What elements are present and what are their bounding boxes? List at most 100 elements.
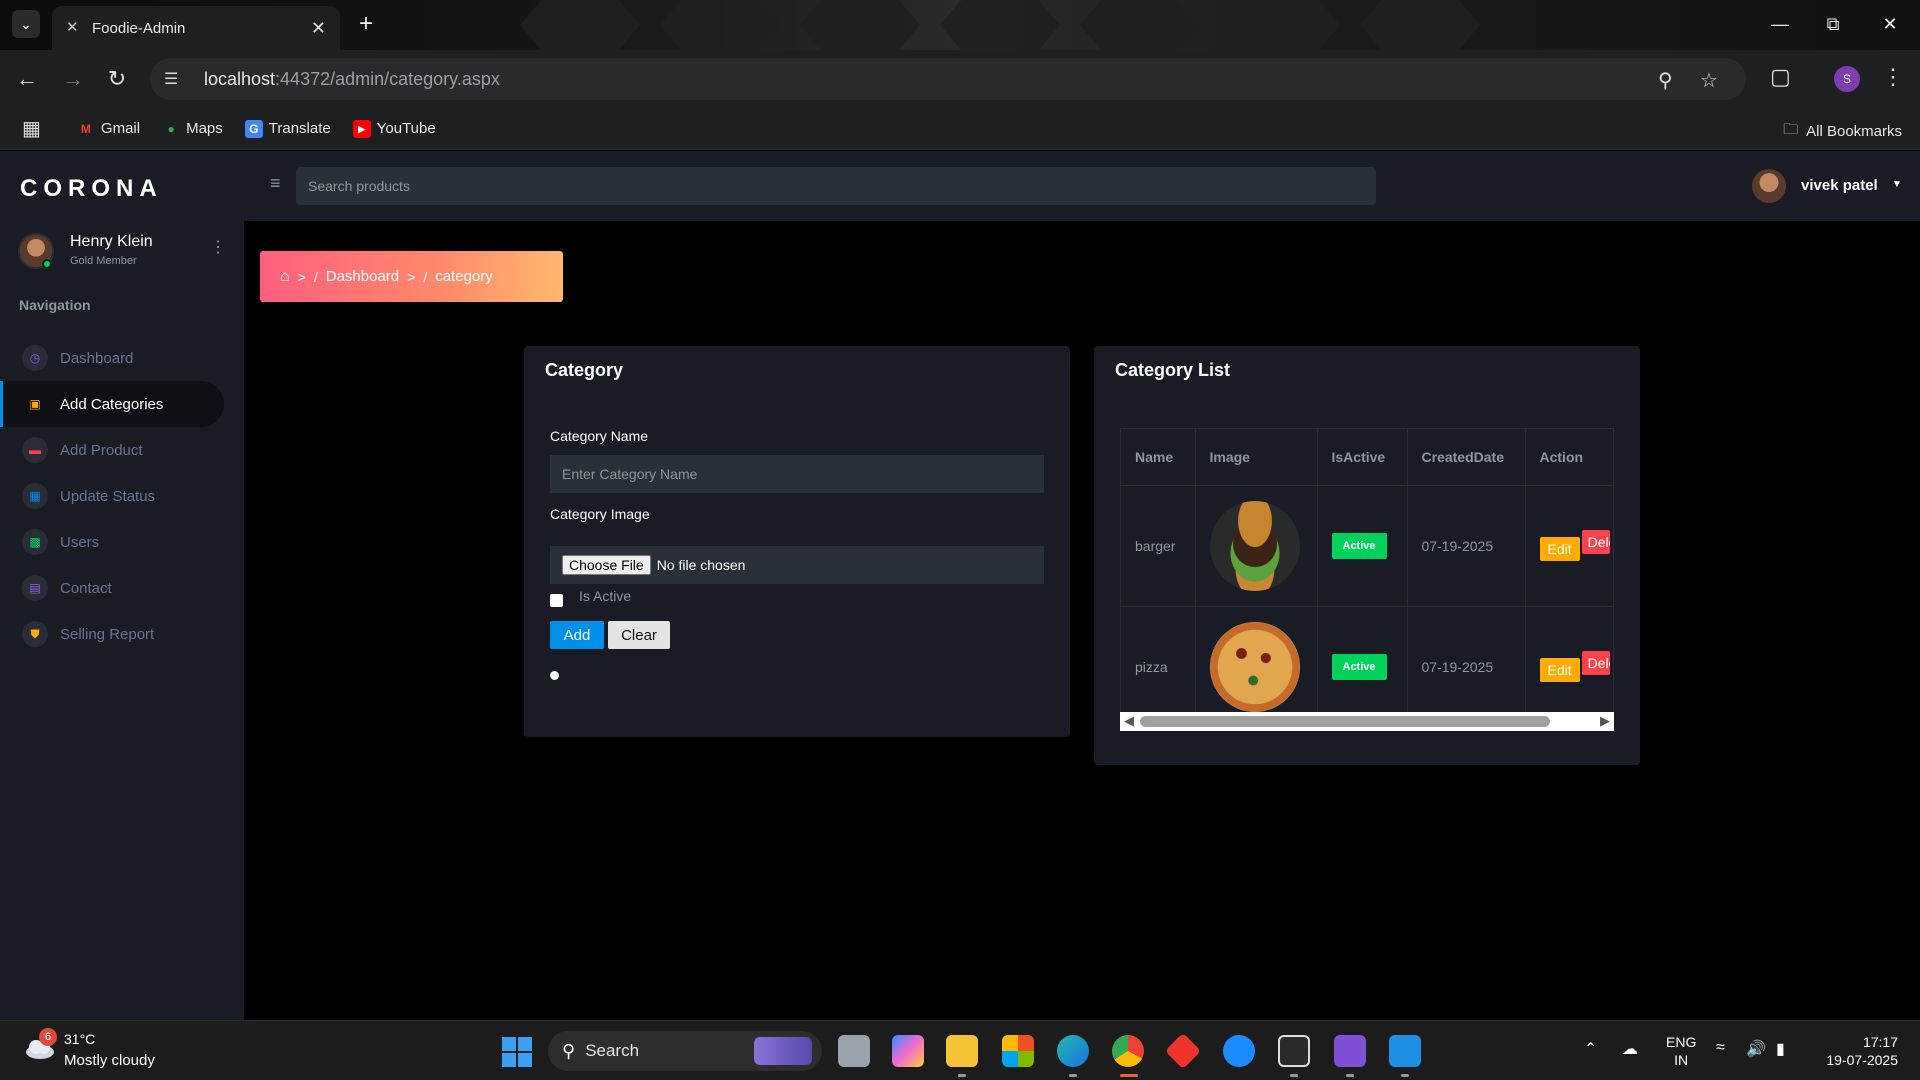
- edit-button[interactable]: Edit: [1539, 537, 1580, 561]
- close-window-button[interactable]: ✕: [1870, 8, 1910, 40]
- column-header-image: Image: [1195, 429, 1318, 486]
- menu-dots-icon[interactable]: ⋮: [1882, 64, 1904, 90]
- cell-image: [1195, 485, 1318, 607]
- weather-temperature[interactable]: 31°C: [64, 1031, 95, 1047]
- horizontal-scrollbar[interactable]: ◀ ▶: [1120, 712, 1614, 731]
- apps-grid-icon[interactable]: ▦: [22, 116, 41, 141]
- browser-tab[interactable]: ✕ Foodie-Admin ✕: [52, 6, 340, 50]
- breadcrumb-slash: /: [423, 268, 428, 285]
- avatar[interactable]: [1752, 169, 1786, 203]
- category-form-card: Category Category Name Category Image Ch…: [524, 346, 1070, 737]
- sidebar-item-label: Dashboard: [60, 349, 134, 367]
- battery-icon[interactable]: ▮: [1776, 1039, 1785, 1059]
- all-bookmarks-label: All Bookmarks: [1806, 123, 1902, 140]
- file-status-text: No file chosen: [656, 557, 746, 573]
- column-header-isactive: IsActive: [1317, 429, 1408, 486]
- clock[interactable]: 17:17 19-07-2025: [1818, 1033, 1898, 1069]
- url-host: localhost: [204, 68, 276, 89]
- translate-icon: G: [244, 119, 263, 138]
- tab-search-button[interactable]: ⌄: [12, 10, 40, 38]
- bookmark-gmail[interactable]: M Gmail: [77, 120, 140, 138]
- add-button[interactable]: Add: [550, 621, 604, 649]
- profile-avatar[interactable]: S: [1834, 66, 1860, 92]
- volume-icon[interactable]: 🔊: [1746, 1039, 1766, 1059]
- sidebar-item-dashboard[interactable]: ◷ Dashboard: [0, 335, 224, 381]
- more-vertical-icon[interactable]: ⋮: [210, 237, 226, 257]
- bookmark-star-icon[interactable]: ☆: [1700, 68, 1718, 93]
- cell-action: EditDelete: [1525, 606, 1613, 721]
- sidebar-item-add-categories[interactable]: ▣ Add Categories: [0, 381, 224, 427]
- home-icon[interactable]: ⌂: [280, 268, 290, 286]
- menu-toggle-icon[interactable]: ≡: [270, 173, 281, 194]
- help-icon[interactable]: [1223, 1035, 1255, 1067]
- clear-button[interactable]: Clear: [608, 621, 670, 649]
- column-header-name: Name: [1121, 429, 1196, 486]
- fork-knife-icon: ✕: [66, 19, 79, 36]
- table-row: barger Active 07-19-2025 EditDelete: [1121, 485, 1613, 607]
- status-badge: Active: [1331, 532, 1387, 559]
- zoom-icon[interactable]: ⚲: [1658, 68, 1673, 93]
- minimize-button[interactable]: —: [1760, 8, 1800, 40]
- bookmarks-bar: ▦ M Gmail ● Maps G Translate ▶ YouTube 🗀 All …: [0, 108, 1920, 150]
- chrome-icon[interactable]: [1112, 1035, 1144, 1067]
- search-input[interactable]: [296, 167, 1376, 205]
- bookmark-maps[interactable]: ● Maps: [162, 120, 222, 138]
- url-text[interactable]: localhost:44372/admin/category.aspx: [204, 69, 500, 90]
- caret-down-icon[interactable]: ▼: [1892, 179, 1902, 190]
- sidebar-item-users[interactable]: ▩ Users: [0, 519, 224, 565]
- copilot-icon[interactable]: [892, 1035, 924, 1067]
- onedrive-icon[interactable]: ☁: [1622, 1039, 1638, 1059]
- brand-logo[interactable]: CORONA: [20, 175, 163, 203]
- edge-icon[interactable]: [1057, 1035, 1089, 1067]
- forward-button[interactable]: →: [58, 64, 88, 94]
- sidebar-item-add-product[interactable]: ▬ Add Product: [0, 427, 224, 473]
- extensions-icon[interactable]: ▢: [1770, 64, 1791, 90]
- back-button[interactable]: ←: [12, 64, 42, 94]
- close-tab-icon[interactable]: ✕: [311, 18, 326, 39]
- sidebar-item-selling-report[interactable]: ⛊ Selling Report: [0, 611, 224, 657]
- youtube-icon: ▶: [352, 119, 371, 138]
- taskbar-search[interactable]: ⚲ Search: [548, 1031, 822, 1071]
- anydesk-icon[interactable]: [1164, 1032, 1202, 1070]
- profile-name[interactable]: vivek patel: [1801, 177, 1878, 194]
- url-path: :44372/admin/category.aspx: [275, 68, 500, 89]
- nav-heading: Navigation: [19, 297, 91, 313]
- language-indicator[interactable]: ENG IN: [1666, 1033, 1696, 1069]
- sidebar-user-name: Henry Klein: [70, 233, 153, 250]
- sidebar-item-contact[interactable]: ▤ Contact: [0, 565, 224, 611]
- wifi-icon[interactable]: ≈: [1716, 1039, 1725, 1057]
- is-active-checkbox[interactable]: [550, 594, 563, 607]
- bookmark-translate[interactable]: G Translate: [244, 119, 331, 138]
- visual-studio-icon[interactable]: [1334, 1035, 1366, 1067]
- sidebar-item-update-status[interactable]: ▦ Update Status: [0, 473, 224, 519]
- running-indicator: [958, 1074, 966, 1077]
- scrollbar-thumb[interactable]: [1140, 716, 1550, 727]
- all-bookmarks-button[interactable]: 🗀 All Bookmarks: [1783, 119, 1902, 144]
- restore-button[interactable]: ⧉: [1813, 8, 1853, 40]
- app-cube-icon[interactable]: [1278, 1035, 1310, 1067]
- task-view-icon[interactable]: [838, 1035, 870, 1067]
- windows-start-icon[interactable]: [502, 1037, 532, 1067]
- category-table: Name Image IsActive CreatedDate Action b…: [1121, 429, 1613, 721]
- category-table-scroll[interactable]: Name Image IsActive CreatedDate Action b…: [1120, 428, 1614, 722]
- vscode-icon[interactable]: [1389, 1035, 1421, 1067]
- edit-button[interactable]: Edit: [1539, 658, 1580, 682]
- breadcrumb-dashboard[interactable]: Dashboard: [326, 268, 399, 285]
- file-explorer-icon[interactable]: [946, 1035, 978, 1067]
- scroll-left-icon[interactable]: ◀: [1124, 713, 1134, 729]
- chevron-up-icon[interactable]: ⌃: [1584, 1039, 1597, 1059]
- site-info-icon[interactable]: ☰: [164, 69, 194, 89]
- omnibox[interactable]: ☰ localhost:44372/admin/category.aspx ⚲ …: [150, 58, 1746, 100]
- bookmark-youtube[interactable]: ▶ YouTube: [352, 119, 436, 138]
- microsoft-store-icon[interactable]: [1002, 1035, 1034, 1067]
- bookmark-label: Gmail: [100, 120, 141, 137]
- clock-date: 19-07-2025: [1826, 1052, 1898, 1068]
- category-name-input[interactable]: [550, 455, 1044, 493]
- delete-button[interactable]: Delete: [1581, 530, 1610, 554]
- weather-description[interactable]: Mostly cloudy: [64, 1052, 155, 1069]
- new-tab-button[interactable]: +: [352, 10, 380, 38]
- reload-button[interactable]: ↻: [102, 64, 132, 94]
- delete-button[interactable]: Delete: [1581, 651, 1610, 675]
- scroll-right-icon[interactable]: ▶: [1600, 713, 1610, 729]
- choose-file-button[interactable]: Choose File: [562, 555, 651, 575]
